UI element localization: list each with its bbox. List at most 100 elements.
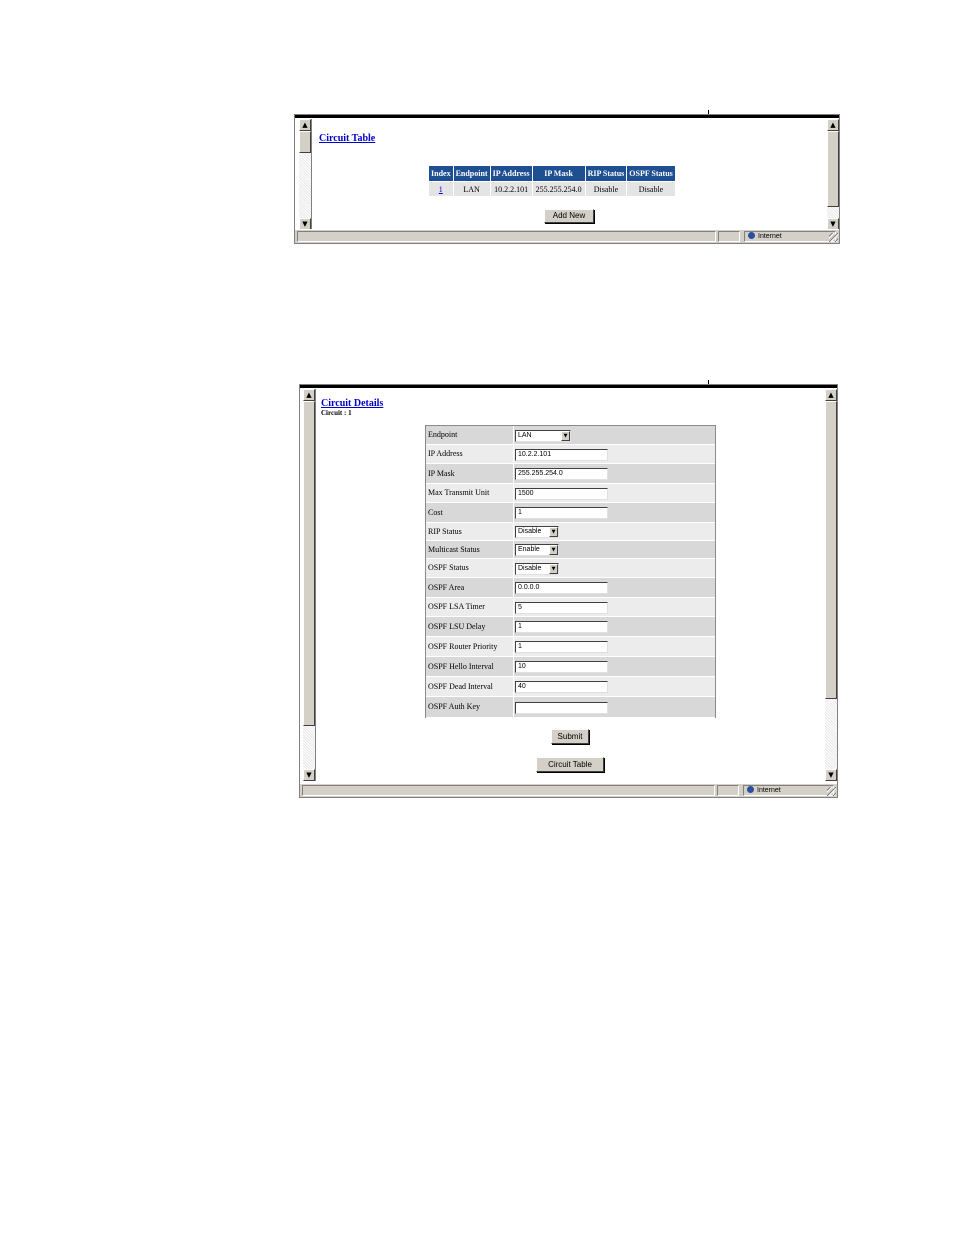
column-header-rip-status: RIP Status bbox=[584, 165, 628, 182]
scroll-down-icon[interactable]: ▼ bbox=[303, 769, 315, 781]
chevron-down-icon[interactable]: ▼ bbox=[549, 564, 558, 574]
form-row-ospf-router-priority: OSPF Router Priority 1 bbox=[426, 637, 715, 657]
ospf-lsu-delay-input[interactable]: 1 bbox=[515, 621, 608, 633]
form-row-max-transmit-unit: Max Transmit Unit 1500 bbox=[426, 484, 715, 503]
form-row-ospf-dead-interval: OSPF Dead Interval 40 bbox=[426, 677, 715, 697]
scroll-down-icon[interactable]: ▼ bbox=[825, 769, 837, 781]
column-header-ip-mask: IP Mask bbox=[531, 165, 586, 182]
ospf-auth-key-input[interactable] bbox=[515, 702, 608, 714]
rip-status-select[interactable]: Disable ▼ bbox=[515, 526, 559, 538]
status-message-pane bbox=[302, 785, 715, 796]
left-scrollbar[interactable]: ▲ ▼ bbox=[299, 119, 312, 230]
circuit-table: Index Endpoint IP Address IP Mask RIP St… bbox=[428, 165, 676, 197]
multicast-status-select[interactable]: Enable ▼ bbox=[515, 544, 559, 556]
column-header-endpoint: Endpoint bbox=[452, 165, 491, 182]
form-row-cost: Cost 1 bbox=[426, 503, 715, 523]
field-label-ospf-lsu-delay: OSPF LSU Delay bbox=[428, 622, 486, 631]
field-label-ospf-area: OSPF Area bbox=[428, 583, 465, 592]
field-label-endpoint: Endpoint bbox=[428, 430, 458, 439]
table-header-row: Index Endpoint IP Address IP Mask RIP St… bbox=[428, 165, 676, 182]
scroll-up-icon[interactable]: ▲ bbox=[827, 119, 839, 131]
internet-zone-icon bbox=[747, 786, 754, 793]
column-divider bbox=[513, 677, 514, 696]
chevron-down-icon[interactable]: ▼ bbox=[549, 545, 558, 555]
field-label-ospf-auth-key: OSPF Auth Key bbox=[428, 702, 481, 711]
status-progress-pane bbox=[717, 785, 739, 796]
scroll-thumb[interactable] bbox=[825, 401, 837, 699]
rip-status-select-value: Disable bbox=[518, 528, 542, 535]
left-scrollbar[interactable]: ▲ ▼ bbox=[303, 389, 316, 781]
right-scrollbar[interactable]: ▲ ▼ bbox=[824, 389, 837, 781]
scroll-track[interactable] bbox=[825, 699, 837, 769]
ip-mask-input[interactable]: 255.255.254.0 bbox=[515, 468, 608, 480]
column-header-ip-address: IP Address bbox=[489, 165, 533, 182]
ip-address-input[interactable]: 10.2.2.101 bbox=[515, 449, 608, 461]
form-row-endpoint: Endpoint LAN ▼ bbox=[426, 426, 715, 445]
scroll-thumb[interactable] bbox=[827, 131, 839, 207]
field-label-ip-mask: IP Mask bbox=[428, 469, 455, 478]
field-label-ospf-router-priority: OSPF Router Priority bbox=[428, 642, 498, 651]
cell-ip-mask: 255.255.254.0 bbox=[531, 181, 586, 197]
circuit-subtitle: Circuit : 1 bbox=[321, 409, 352, 417]
ospf-status-select[interactable]: Disable ▼ bbox=[515, 563, 559, 575]
column-header-index: Index bbox=[428, 165, 454, 182]
multicast-status-select-value: Enable bbox=[518, 546, 540, 553]
resize-grip-icon[interactable] bbox=[827, 787, 836, 796]
cell-endpoint: LAN bbox=[452, 181, 491, 197]
form-row-ospf-hello-interval: OSPF Hello Interval 10 bbox=[426, 657, 715, 677]
scroll-thumb[interactable] bbox=[299, 131, 311, 153]
endpoint-select[interactable]: LAN ▼ bbox=[515, 430, 571, 442]
column-divider bbox=[513, 578, 514, 597]
resize-grip-icon[interactable] bbox=[829, 233, 838, 242]
form-row-ospf-auth-key: OSPF Auth Key bbox=[426, 697, 715, 718]
scroll-track[interactable] bbox=[827, 207, 839, 218]
column-divider bbox=[513, 464, 514, 483]
scroll-up-icon[interactable]: ▲ bbox=[825, 389, 837, 401]
field-label-multicast-status: Multicast Status bbox=[428, 545, 480, 554]
form-row-ospf-area: OSPF Area 0.0.0.0 bbox=[426, 578, 715, 598]
chevron-down-icon[interactable]: ▼ bbox=[561, 431, 570, 441]
field-label-ospf-lsa-timer: OSPF LSA Timer bbox=[428, 602, 485, 611]
scroll-thumb[interactable] bbox=[303, 401, 315, 726]
index-link[interactable]: 1 bbox=[439, 185, 443, 194]
page-title[interactable]: Circuit Details bbox=[321, 398, 383, 409]
ospf-lsa-timer-input[interactable]: 5 bbox=[515, 602, 608, 614]
status-message-pane bbox=[297, 231, 716, 242]
form-row-ospf-lsu-delay: OSPF LSU Delay 1 bbox=[426, 617, 715, 637]
form-row-ospf-lsa-timer: OSPF LSA Timer 5 bbox=[426, 598, 715, 617]
chevron-down-icon[interactable]: ▼ bbox=[549, 527, 558, 537]
max-transmit-unit-input[interactable]: 1500 bbox=[515, 488, 608, 500]
field-label-ospf-hello-interval: OSPF Hello Interval bbox=[428, 662, 494, 671]
page-title[interactable]: Circuit Table bbox=[319, 133, 375, 144]
scroll-track[interactable] bbox=[299, 153, 311, 218]
field-label-rip-status: RIP Status bbox=[428, 527, 462, 536]
cell-index[interactable]: 1 bbox=[428, 181, 454, 197]
submit-button[interactable]: Submit bbox=[551, 729, 589, 744]
status-zone-pane: Internet bbox=[744, 231, 836, 242]
status-progress-pane bbox=[718, 231, 740, 242]
status-bar: Internet bbox=[300, 783, 837, 797]
form-row-ip-address: IP Address 10.2.2.101 bbox=[426, 445, 715, 464]
add-new-button[interactable]: Add New bbox=[544, 209, 594, 223]
circuit-table-browser-window: ▲ ▼ ▲ ▼ Circuit Table Index Endpoint IP … bbox=[294, 114, 840, 244]
column-divider bbox=[513, 541, 514, 558]
form-row-rip-status: RIP Status Disable ▼ bbox=[426, 523, 715, 541]
column-divider bbox=[513, 598, 514, 616]
cost-input[interactable]: 1 bbox=[515, 507, 608, 519]
scroll-up-icon[interactable]: ▲ bbox=[299, 119, 311, 131]
field-label-ospf-dead-interval: OSPF Dead Interval bbox=[428, 682, 493, 691]
ospf-dead-interval-input[interactable]: 40 bbox=[515, 681, 608, 693]
right-scrollbar[interactable]: ▲ ▼ bbox=[826, 119, 839, 230]
scroll-up-icon[interactable]: ▲ bbox=[303, 389, 315, 401]
endpoint-select-value: LAN bbox=[518, 432, 532, 439]
ospf-hello-interval-input[interactable]: 10 bbox=[515, 661, 608, 673]
ospf-area-input[interactable]: 0.0.0.0 bbox=[515, 582, 608, 594]
circuit-table-button[interactable]: Circuit Table bbox=[536, 757, 604, 772]
cell-ip-address: 10.2.2.101 bbox=[489, 181, 533, 197]
form-row-ip-mask: IP Mask 255.255.254.0 bbox=[426, 464, 715, 484]
scroll-track[interactable] bbox=[303, 726, 315, 769]
ospf-router-priority-input[interactable]: 1 bbox=[515, 641, 608, 653]
column-divider bbox=[513, 503, 514, 522]
field-label-ospf-status: OSPF Status bbox=[428, 563, 469, 572]
column-divider bbox=[513, 617, 514, 636]
